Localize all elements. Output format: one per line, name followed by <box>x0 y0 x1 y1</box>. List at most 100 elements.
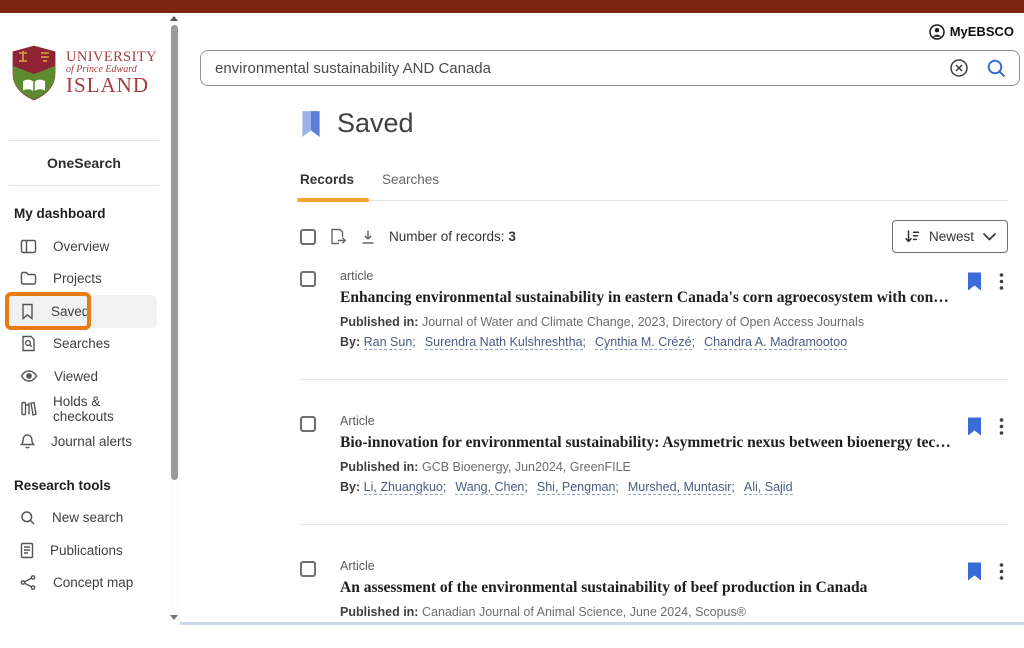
author-link[interactable]: Cynthia M. Crézé <box>595 335 692 350</box>
record-authors-line: By: Ran Sun;Surendra Nath Kulshreshtha;C… <box>340 334 953 352</box>
record-body: Article An assessment of the environment… <box>340 558 953 624</box>
bookmark-saved-icon[interactable] <box>967 272 982 291</box>
record-checkbox[interactable] <box>300 271 316 287</box>
published-in-value: GCB Bioenergy, Jun2024, GreenFILE <box>422 460 631 474</box>
download-icon[interactable] <box>360 229 376 245</box>
document-search-icon <box>20 335 37 352</box>
bell-icon <box>20 433 35 450</box>
research-tools-menu: New search Publications Concept map <box>0 502 168 600</box>
record-body: Article Bio-innovation for environmental… <box>340 413 953 500</box>
record-type: Article <box>340 558 953 574</box>
author-separator: ; <box>583 335 586 349</box>
top-brand-bar <box>0 0 1024 13</box>
search-input[interactable] <box>215 60 949 77</box>
myebsco-button[interactable]: MyEBSCO <box>950 24 1014 39</box>
record-title-link[interactable]: An assessment of the environmental susta… <box>340 577 953 599</box>
more-options-icon[interactable] <box>999 272 1004 291</box>
records-count-value: 3 <box>508 229 516 244</box>
onesearch-label: OneSearch <box>0 141 168 185</box>
author-separator: ; <box>615 480 618 494</box>
sidebar-item-saved[interactable]: Saved <box>8 295 157 328</box>
upei-shield-icon <box>10 43 58 103</box>
account-row: MyEBSCO <box>180 13 1024 41</box>
record-published-line: Published in: GCB Bioenergy, Jun2024, Gr… <box>340 459 953 477</box>
record-title-link[interactable]: Bio-innovation for environmental sustain… <box>340 432 953 454</box>
published-in-label: Published in: <box>340 460 418 474</box>
author-separator: ; <box>731 480 734 494</box>
sidebar-item-holds-checkouts[interactable]: Holds & checkouts <box>8 393 157 426</box>
sidebar-item-label: New search <box>52 510 123 525</box>
sidebar-item-searches[interactable]: Searches <box>8 328 157 361</box>
sidebar-scrollbar[interactable] <box>169 13 180 625</box>
saved-page: Saved Records Searches Number of records… <box>300 108 1008 648</box>
author-separator: ; <box>443 480 446 494</box>
dashboard-section-header: My dashboard <box>0 206 168 221</box>
author-link[interactable]: Shi, Pengman <box>537 480 616 495</box>
scroll-down-arrow[interactable] <box>170 615 178 620</box>
by-label: By: <box>340 480 360 494</box>
more-options-icon[interactable] <box>999 417 1004 436</box>
eye-icon <box>20 369 38 383</box>
search-icon <box>20 510 36 526</box>
sidebar-item-viewed[interactable]: Viewed <box>8 360 157 393</box>
sidebar-item-label: Overview <box>53 239 109 254</box>
sidebar: UNIVERSITY of Prince Edward ISLAND OneSe… <box>0 13 168 625</box>
network-icon <box>20 574 37 591</box>
by-label: By: <box>340 335 360 349</box>
saved-bookmark-icon <box>300 110 322 138</box>
record-title-link[interactable]: Enhancing environmental sustainability i… <box>340 287 953 309</box>
record-checkbox[interactable] <box>300 561 316 577</box>
user-account-icon <box>929 24 945 40</box>
tab-searches[interactable]: Searches <box>382 172 439 200</box>
sidebar-item-label: Journal alerts <box>51 434 132 449</box>
tab-records[interactable]: Records <box>300 172 354 200</box>
author-link[interactable]: Chandra A. Madramootoo <box>704 335 847 350</box>
scroll-up-arrow[interactable] <box>170 16 178 21</box>
bookmark-saved-icon[interactable] <box>967 562 982 581</box>
sidebar-item-overview[interactable]: Overview <box>8 230 157 263</box>
search-bar <box>200 50 1020 86</box>
author-link[interactable]: Ran Sun <box>364 335 413 350</box>
author-link[interactable]: Wang, Chen <box>455 480 524 495</box>
author-link[interactable]: Murshed, Muntasir <box>628 480 732 495</box>
logo-line-1: UNIVERSITY <box>66 50 157 65</box>
search-submit-icon[interactable] <box>986 58 1007 79</box>
sidebar-item-journal-alerts[interactable]: Journal alerts <box>8 425 157 458</box>
bookmark-saved-icon[interactable] <box>967 417 982 436</box>
select-all-checkbox[interactable] <box>300 229 316 245</box>
divider <box>9 185 159 186</box>
sidebar-item-projects[interactable]: Projects <box>8 263 157 296</box>
folder-icon <box>20 270 37 287</box>
upei-logo[interactable]: UNIVERSITY of Prince Edward ISLAND <box>10 43 162 103</box>
scrollbar-thumb[interactable] <box>171 25 178 480</box>
clear-search-icon[interactable] <box>949 58 969 78</box>
records-toolbar: Number of records: 3 Newest <box>300 220 1008 253</box>
sidebar-item-publications[interactable]: Publications <box>8 534 157 567</box>
sidebar-item-label: Publications <box>50 543 123 558</box>
record-checkbox[interactable] <box>300 416 316 432</box>
page-title: Saved <box>337 108 414 139</box>
tab-bar: Records Searches <box>300 172 1008 201</box>
author-link[interactable]: Surendra Nath Kulshreshtha <box>425 335 583 350</box>
page-header: Saved <box>300 108 1008 139</box>
record-type: Article <box>340 413 953 429</box>
books-icon <box>20 400 37 417</box>
records-count-label: Number of records: <box>389 229 505 244</box>
author-link[interactable]: Ali, Sajid <box>744 480 793 495</box>
sidebar-item-concept-map[interactable]: Concept map <box>8 567 157 600</box>
bookmark-icon <box>20 303 35 320</box>
published-in-value: Journal of Water and Climate Change, 202… <box>422 315 864 329</box>
sidebar-item-new-search[interactable]: New search <box>8 502 157 535</box>
sort-dropdown[interactable]: Newest <box>892 220 1008 253</box>
author-link[interactable]: Li, Zhuangkuo <box>364 480 443 495</box>
export-icon[interactable] <box>329 228 347 245</box>
research-tools-section-header: Research tools <box>0 478 168 493</box>
upei-logo-text: UNIVERSITY of Prince Edward ISLAND <box>66 50 157 96</box>
dashboard-menu: Overview Projects Saved Searches View <box>0 230 168 458</box>
sidebar-item-label: Holds & checkouts <box>53 394 157 424</box>
records-count: Number of records: 3 <box>389 229 516 244</box>
record-body: article Enhancing environmental sustaina… <box>340 268 953 355</box>
more-options-icon[interactable] <box>999 562 1004 581</box>
record-published-line: Published in: Canadian Journal of Animal… <box>340 604 953 622</box>
author-separator: ; <box>692 335 695 349</box>
